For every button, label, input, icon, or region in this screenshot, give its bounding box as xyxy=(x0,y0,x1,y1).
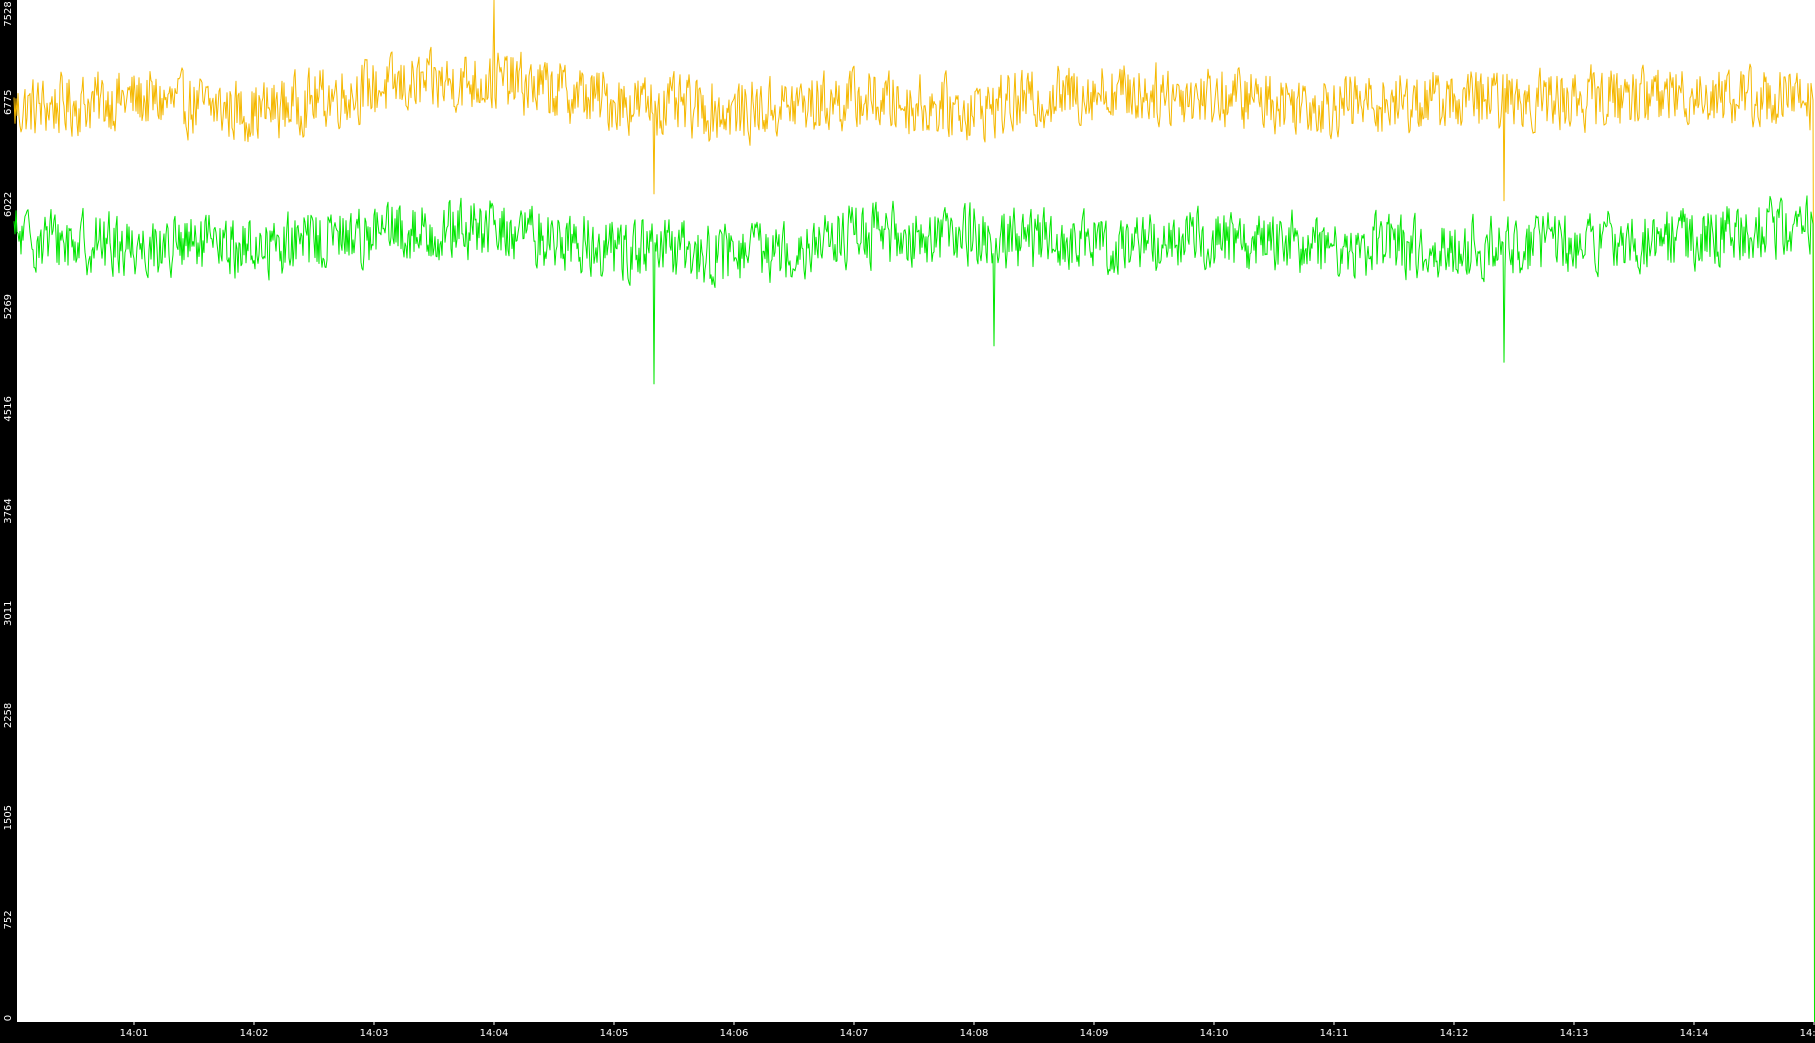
x-tick-label: 14:03 xyxy=(360,1028,389,1039)
y-tick-label: 4516 xyxy=(3,396,14,421)
x-tick-label: 14:08 xyxy=(960,1028,989,1039)
y-tick-label: 6022 xyxy=(3,192,14,217)
y-tick-label: 1505 xyxy=(3,805,14,830)
x-tick-label: 14:10 xyxy=(1200,1028,1229,1039)
x-tick-label: 14:13 xyxy=(1560,1028,1589,1039)
x-tick-label: 14:12 xyxy=(1440,1028,1469,1039)
x-tick-label: 14:15 xyxy=(1800,1028,1815,1039)
x-tick-label: 14:14 xyxy=(1680,1028,1709,1039)
chart-svg: 0 752 1505 2258 3011 3764 4516 5269 6022 6775 7528… xyxy=(0,0,1815,1039)
y-tick-label: 3011 xyxy=(3,601,14,626)
plot-area xyxy=(17,0,1815,1022)
y-tick-label: 752 xyxy=(3,910,14,929)
x-tick-label: 14:11 xyxy=(1320,1028,1349,1039)
x-tick-label: 14:02 xyxy=(240,1028,269,1039)
y-tick-label: 5269 xyxy=(3,294,14,319)
x-tick-label: 14:04 xyxy=(480,1028,509,1039)
x-tick-label: 14:05 xyxy=(600,1028,629,1039)
y-tick-label: 7528 xyxy=(3,1,14,26)
x-tick-label: 14:01 xyxy=(120,1028,149,1039)
x-tick-label: 14:07 xyxy=(840,1028,869,1039)
y-tick-label: 2258 xyxy=(3,703,14,728)
y-tick-label: 3764 xyxy=(3,498,14,523)
y-tick-label: 6775 xyxy=(3,90,14,115)
x-tick-label: 14:06 xyxy=(720,1028,749,1039)
chart: 0 752 1505 2258 3011 3764 4516 5269 6022 6775 7528… xyxy=(0,0,1815,1039)
x-tick-label: 14:09 xyxy=(1080,1028,1109,1039)
y-tick-label: 0 xyxy=(3,1015,14,1021)
